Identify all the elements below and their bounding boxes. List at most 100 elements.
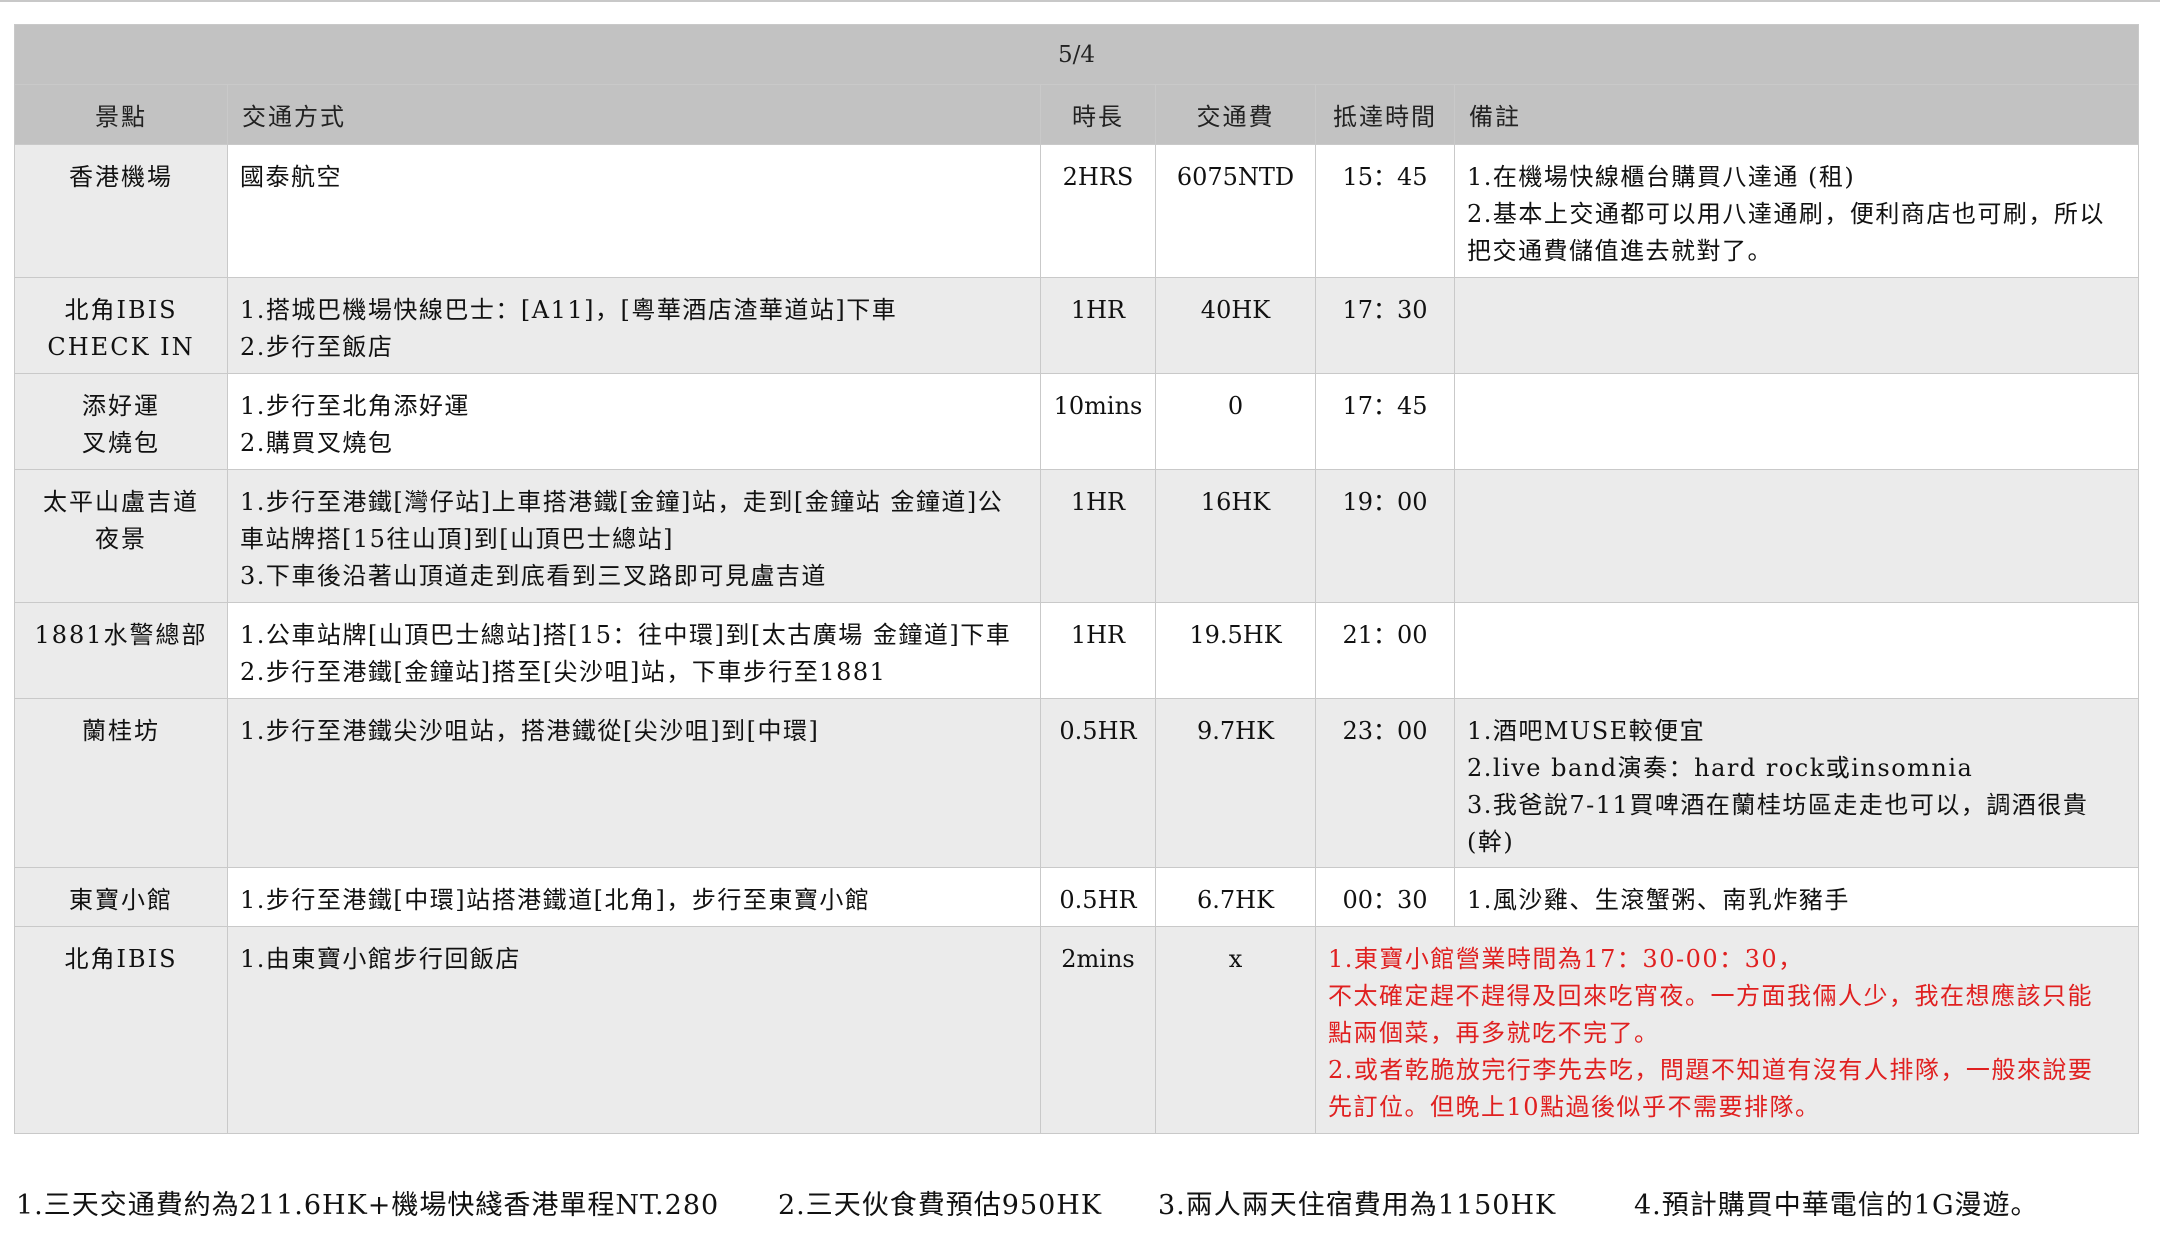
notes-cell: 1.酒吧MUSE較便宜 2.live band演奏：hard rock或insom… xyxy=(1453,698,2140,868)
arrival-cell: 17：30 xyxy=(1315,277,1455,374)
transport-cell-line: 1.由東寶小館步行回飯店 xyxy=(240,945,521,973)
spot-cell: 添好運 叉燒包 xyxy=(14,373,228,470)
table-row: 蘭桂坊 1.步行至港鐵尖沙咀站，搭港鐵從[尖沙咀]到[中環] 0.5HR 9.7HK 2… xyxy=(14,698,2140,868)
date-row: 5/4 xyxy=(13,24,2140,85)
notes-cell-line: (幹) xyxy=(1467,828,1515,856)
notes-cell-line: 點兩個菜，再多就吃不完了。 xyxy=(1328,1019,1660,1047)
fare-cell: 6.7HK xyxy=(1155,867,1316,927)
arrival-cell: 19：00 xyxy=(1315,469,1455,603)
transport-cell-line: 2.購買叉燒包 xyxy=(240,429,394,457)
transport-cell-line: 1.步行至港鐵[灣仔站]上車搭港鐵[金鐘]站，走到[金鐘站 金鐘道]公 xyxy=(240,488,1004,516)
spot-cell: 太平山盧吉道 夜景 xyxy=(14,469,228,603)
column-header-row: 景點 交通方式 時長 交通費 抵達時間 備註 xyxy=(14,84,2140,145)
notes-cell: 1.在機場快線櫃台購買八達通 (租) 2.基本上交通都可以用八達通刷，便利商店也可… xyxy=(1453,144,2140,278)
transport-cell-line: 1.步行至北角添好運 xyxy=(240,392,470,420)
header-arrival: 抵達時間 xyxy=(1315,84,1455,145)
notes-cell: 1.風沙雞、生滾蟹粥、南乳炸豬手 xyxy=(1453,867,2140,927)
transport-cell-line: 1.公車站牌[山頂巴士總站]搭[15：往中環]到[太古廣場 金鐘道]下車 xyxy=(240,621,1012,649)
arrival-cell: 23：00 xyxy=(1315,698,1455,868)
notes-cell-line: 先訂位。但晚上10點過後似乎不需要排隊。 xyxy=(1328,1093,1821,1121)
header-transport: 交通方式 xyxy=(227,84,1041,145)
duration-cell: 10mins xyxy=(1040,373,1156,470)
spot-cell-line: 北角IBIS xyxy=(64,945,178,973)
summary-lodging-cost: 3.兩人兩天住宿費用為1150HK xyxy=(1158,1190,1557,1221)
notes-cell-line: 2.基本上交通都可以用八達通刷，便利商店也可刷，所以 xyxy=(1467,200,2105,228)
duration-cell: 0.5HR xyxy=(1040,867,1156,927)
itinerary-rows: 香港機場 國泰航空 2HRS 6075NTD 15：45 1.在機場快線櫃台購買八達通 (… xyxy=(14,144,2140,1134)
date-header: 5/4 xyxy=(13,24,2140,85)
duration-cell: 1HR xyxy=(1040,277,1156,374)
transport-cell: 國泰航空 xyxy=(227,144,1041,278)
spot-cell-line: 蘭桂坊 xyxy=(82,717,160,745)
duration-cell: 1HR xyxy=(1040,602,1156,699)
fare-cell: 40HK xyxy=(1155,277,1316,374)
notes-cell-line: 1.風沙雞、生滾蟹粥、南乳炸豬手 xyxy=(1467,886,1850,914)
transport-cell-line: 1.搭城巴機場快線巴士：[A11]，[粵華酒店渣華道站]下車 xyxy=(240,296,898,324)
notes-cell-line: 2.live band演奏：hard rock或insomnia xyxy=(1467,754,1974,782)
top-border xyxy=(0,0,2160,2)
header-spot: 景點 xyxy=(14,84,228,145)
summary-roaming-plan: 4.預計購買中華電信的1G漫遊。 xyxy=(1634,1190,2039,1221)
table-row: 北角IBIS 1.由東寶小館步行回飯店 2mins x 1.東寶小館營業時間為17：30… xyxy=(14,926,2140,1134)
transport-cell: 1.由東寶小館步行回飯店 xyxy=(227,926,1041,1134)
duration-cell: 2mins xyxy=(1040,926,1156,1134)
itinerary-table-frame: 5/4 景點 交通方式 時長 交通費 抵達時間 備註 香港機場 國泰航空 2HRS 6… xyxy=(13,24,2140,1134)
spot-cell-line: 東寶小館 xyxy=(69,886,173,914)
transport-cell-line: 2.步行至飯店 xyxy=(240,333,394,361)
summary-food-cost: 2.三天伙食費預估950HK xyxy=(778,1190,1103,1221)
transport-cell-line: 1.步行至港鐵尖沙咀站，搭港鐵從[尖沙咀]到[中環] xyxy=(240,717,820,745)
fare-cell: 19.5HK xyxy=(1155,602,1316,699)
arrival-cell: 00：30 xyxy=(1315,867,1455,927)
spot-cell-line: 叉燒包 xyxy=(82,429,160,457)
itinerary-table: 5/4 景點 交通方式 時長 交通費 抵達時間 備註 香港機場 國泰航空 2HRS 6… xyxy=(13,24,2140,1134)
spot-cell-line: 添好運 xyxy=(82,392,160,420)
transport-cell: 1.步行至港鐵尖沙咀站，搭港鐵從[尖沙咀]到[中環] xyxy=(227,698,1041,868)
transport-cell: 1.步行至港鐵[中環]站搭港鐵道[北角]，步行至東寶小館 xyxy=(227,867,1041,927)
notes-cell-line: 1.東寶小館營業時間為17：30-00：30， xyxy=(1328,945,1804,973)
notes-cell-line: 3.我爸說7-11買啤酒在蘭桂坊區走走也可以，調酒很貴 xyxy=(1467,791,2089,819)
spot-cell: 東寶小館 xyxy=(14,867,228,927)
header-notes: 備註 xyxy=(1453,84,2140,145)
spot-cell-line: 北角IBIS xyxy=(64,296,178,324)
spot-cell-line: 香港機場 xyxy=(69,163,173,191)
notes-cell xyxy=(1453,373,2140,470)
transport-cell: 1.步行至北角添好運 2.購買叉燒包 xyxy=(227,373,1041,470)
notes-cell-line: 2.或者乾脆放完行李先去吃，問題不知道有沒有人排隊，一般來說要 xyxy=(1328,1056,2094,1084)
table-row: 東寶小館 1.步行至港鐵[中環]站搭港鐵道[北角]，步行至東寶小館 0.5HR 6.7… xyxy=(14,867,2140,927)
arrival-cell: 17：45 xyxy=(1315,373,1455,470)
duration-cell: 0.5HR xyxy=(1040,698,1156,868)
transport-cell-line: 2.步行至港鐵[金鐘站]搭至[尖沙咀]站，下車步行至1881 xyxy=(240,658,887,686)
notes-cell: 1.東寶小館營業時間為17：30-00：30， 不太確定趕不趕得及回來吃宵夜。一方… xyxy=(1314,926,2140,1134)
notes-cell xyxy=(1453,469,2140,603)
spot-cell-line: 太平山盧吉道 xyxy=(43,488,199,516)
fare-cell: 6075NTD xyxy=(1155,144,1316,278)
table-row: 香港機場 國泰航空 2HRS 6075NTD 15：45 1.在機場快線櫃台購買八達通 (… xyxy=(14,144,2140,278)
transport-cell-line: 1.步行至港鐵[中環]站搭港鐵道[北角]，步行至東寶小館 xyxy=(240,886,871,914)
transport-cell: 1.公車站牌[山頂巴士總站]搭[15：往中環]到[太古廣場 金鐘道]下車 2.步行… xyxy=(227,602,1041,699)
notes-cell-line: 1.酒吧MUSE較便宜 xyxy=(1467,717,1706,745)
duration-cell: 1HR xyxy=(1040,469,1156,603)
transport-cell-line: 車站牌搭[15往山頂]到[山頂巴士總站] xyxy=(240,525,674,553)
table-row: 北角IBIS CHECK IN 1.搭城巴機場快線巴士：[A11]，[粵華酒店渣華道… xyxy=(14,277,2140,374)
transport-cell: 1.搭城巴機場快線巴士：[A11]，[粵華酒店渣華道站]下車 2.步行至飯店 xyxy=(227,277,1041,374)
transport-cell-line: 國泰航空 xyxy=(240,163,342,191)
table-row: 太平山盧吉道 夜景 1.步行至港鐵[灣仔站]上車搭港鐵[金鐘]站，走到[金鐘站 金鐘… xyxy=(14,469,2140,603)
summary-footer: 1.三天交通費約為211.6HK+機場快綫香港單程NT.280 2.三天伙食費預… xyxy=(16,1183,2146,1223)
notes-cell-line: 1.在機場快線櫃台購買八達通 (租) xyxy=(1467,163,1856,191)
header-fare: 交通費 xyxy=(1155,84,1316,145)
fare-cell: 16HK xyxy=(1155,469,1316,603)
arrival-cell: 15：45 xyxy=(1315,144,1455,278)
header-duration: 時長 xyxy=(1040,84,1156,145)
spot-cell: 北角IBIS CHECK IN xyxy=(14,277,228,374)
spot-cell-line: 1881水警總部 xyxy=(34,621,208,649)
spot-cell: 1881水警總部 xyxy=(14,602,228,699)
notes-cell-line: 把交通費儲值進去就對了。 xyxy=(1467,237,1773,265)
transport-cell-line: 3.下車後沿著山頂道走到底看到三叉路即可見盧吉道 xyxy=(240,562,827,590)
arrival-cell: 21：00 xyxy=(1315,602,1455,699)
spot-cell-line: CHECK IN xyxy=(47,333,195,361)
fare-cell: x xyxy=(1155,926,1316,1134)
table-row: 1881水警總部 1.公車站牌[山頂巴士總站]搭[15：往中環]到[太古廣場 金鐘… xyxy=(14,602,2140,699)
table-row: 添好運 叉燒包 1.步行至北角添好運 2.購買叉燒包 10mins 0 17：45 xyxy=(14,373,2140,470)
notes-cell-line: 不太確定趕不趕得及回來吃宵夜。一方面我倆人少，我在想應該只能 xyxy=(1328,982,2093,1010)
transport-cell: 1.步行至港鐵[灣仔站]上車搭港鐵[金鐘]站，走到[金鐘站 金鐘道]公 車站牌搭[… xyxy=(227,469,1041,603)
